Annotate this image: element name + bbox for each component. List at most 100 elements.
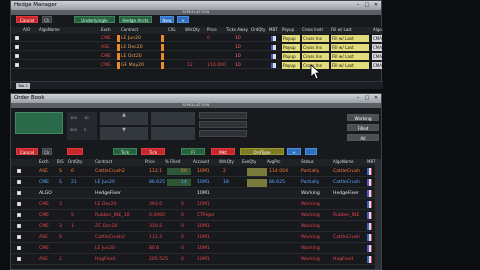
payup-cell[interactable]: Payup bbox=[282, 35, 300, 42]
qty-5[interactable]: 5 bbox=[84, 128, 86, 132]
select-checkbox[interactable] bbox=[17, 224, 21, 228]
qty-100[interactable]: 100 bbox=[70, 116, 77, 120]
fill-last-cell[interactable]: Fill w/ Last bbox=[331, 44, 369, 51]
order-row[interactable]: CME 3 LE Dec20 393.0 0 10M1 Working bbox=[11, 200, 377, 210]
payup-cell[interactable]: Payup bbox=[282, 44, 300, 51]
select-checkbox[interactable] bbox=[17, 169, 21, 173]
select-checkbox[interactable] bbox=[15, 63, 19, 67]
qty-500[interactable]: 500 bbox=[70, 128, 77, 132]
cancel-button[interactable]: Cancel bbox=[16, 148, 38, 155]
select-checkbox[interactable] bbox=[17, 246, 21, 250]
mbt-toggle[interactable] bbox=[271, 54, 276, 59]
mbt-toggle[interactable] bbox=[367, 234, 372, 241]
status-cell: Working bbox=[301, 202, 320, 207]
buy-sell-pad[interactable] bbox=[15, 112, 63, 134]
hedge-row[interactable]: CME GF May20 12 110.000 10 Payup Cross Ins Fill… bbox=[11, 62, 383, 69]
price-field-upper[interactable] bbox=[151, 112, 195, 125]
price-field-lower[interactable] bbox=[151, 127, 195, 140]
exch-cell: CME bbox=[101, 36, 112, 41]
select-checkbox[interactable] bbox=[17, 235, 21, 239]
mbt-toggle[interactable] bbox=[367, 212, 372, 219]
quantity-grid: 100 10 500 5 bbox=[67, 112, 97, 140]
col-cross-instr: Cross Instr bbox=[302, 27, 324, 32]
fill-last-cell[interactable]: Fill w/ Last bbox=[331, 53, 369, 60]
mbt-toggle[interactable] bbox=[367, 245, 372, 252]
select-checkbox[interactable] bbox=[17, 180, 21, 184]
clear-button[interactable]: Clr bbox=[42, 148, 52, 155]
mbt-toggle[interactable] bbox=[367, 190, 372, 197]
select-checkbox[interactable] bbox=[17, 191, 21, 195]
close-icon[interactable]: ✕ bbox=[373, 2, 379, 8]
maximize-icon[interactable]: □ bbox=[364, 2, 370, 8]
order-row[interactable]: CME 3 1 ZC Dec20 319.5 0 10M1 Working bbox=[11, 222, 377, 232]
order-type-dropdown[interactable] bbox=[199, 121, 247, 128]
mbt-toggle[interactable] bbox=[367, 256, 372, 263]
order-row[interactable]: CME 5 Rubber_INE_10 0.0000 0 CTAlgor Working Ru… bbox=[11, 211, 377, 221]
order-scrollbar[interactable] bbox=[375, 159, 381, 269]
account-cell: 10M1 bbox=[197, 191, 210, 196]
tick-down-button[interactable]: Tick bbox=[141, 148, 165, 155]
order-row[interactable]: CME LE Jun20 80.6 0 10M1 Working bbox=[11, 244, 377, 254]
hedge-accounts-dropdown[interactable]: Hedge Accts bbox=[119, 16, 152, 23]
select-checkbox[interactable] bbox=[15, 45, 19, 49]
new-button[interactable]: New bbox=[160, 16, 174, 23]
order-row[interactable]: ALGO HedgeFixer 10M1 Working HedgeFixer bbox=[11, 189, 377, 199]
tif-dropdown[interactable] bbox=[199, 130, 247, 137]
algo-cell[interactable]: CMA bbox=[372, 62, 382, 69]
algo-cell[interactable]: CMA bbox=[372, 35, 382, 42]
mbt-toggle[interactable] bbox=[271, 45, 276, 50]
move-button[interactable] bbox=[305, 148, 317, 155]
clear-button[interactable]: Clr bbox=[42, 16, 52, 23]
mbt-toggle[interactable] bbox=[367, 223, 372, 230]
hedge-row[interactable]: ASE LE Dec20 10 Payup Cross Ins Fill w/ Last C… bbox=[11, 44, 383, 51]
select-checkbox[interactable] bbox=[17, 257, 21, 261]
add-button[interactable]: + bbox=[287, 148, 301, 155]
tick-up-button[interactable]: Tick bbox=[113, 148, 137, 155]
cross-instr-cell[interactable]: Cross Ins bbox=[302, 44, 329, 51]
maximize-icon[interactable]: □ bbox=[364, 95, 370, 101]
mbt-toggle[interactable] bbox=[367, 201, 372, 208]
add-button[interactable]: + bbox=[177, 16, 189, 23]
algo-cell[interactable]: CMA bbox=[372, 53, 382, 60]
order-row[interactable]: ASE S 6 CattleCrush2 112.1 60 10M1 2 114.004 Part… bbox=[11, 167, 377, 177]
mbt-toggle[interactable] bbox=[271, 36, 276, 41]
filter-button-1[interactable] bbox=[67, 148, 83, 155]
hedge-row[interactable]: CME LE Jun20 0 10 Payup Cross Ins Fill w/ Last… bbox=[11, 35, 383, 42]
tab-1[interactable]: Tab 1 bbox=[16, 83, 30, 89]
all-filter[interactable]: All bbox=[347, 134, 379, 141]
working-filter[interactable]: Working bbox=[347, 114, 379, 121]
minimize-icon[interactable]: – bbox=[355, 95, 361, 101]
fill-button[interactable]: Fl bbox=[181, 148, 205, 155]
order-type-filter[interactable]: OrdType bbox=[240, 148, 284, 155]
select-checkbox[interactable] bbox=[17, 213, 21, 217]
algo-cell[interactable]: CMA bbox=[372, 44, 382, 51]
filled-filter[interactable]: Filled bbox=[347, 124, 379, 131]
price-cell: 0.0000 bbox=[149, 213, 166, 218]
fill-last-cell[interactable]: Fill w/ Last bbox=[331, 62, 369, 69]
price-up-button[interactable]: ▲ bbox=[100, 112, 148, 125]
cross-instr-cell[interactable]: Cross Ins bbox=[302, 35, 329, 42]
cross-instr-cell[interactable]: Cross Ins bbox=[302, 53, 329, 60]
hedge-row[interactable]: CME LE Oct20 10 Payup Cross Ins Fill w/ Last C… bbox=[11, 53, 383, 60]
close-icon[interactable]: ✕ bbox=[373, 95, 379, 101]
account-dropdown[interactable] bbox=[199, 112, 247, 119]
select-checkbox[interactable] bbox=[15, 54, 19, 58]
market-button[interactable]: Mkt bbox=[211, 148, 235, 155]
select-checkbox[interactable] bbox=[15, 36, 19, 40]
order-row[interactable]: ASE 2 HogFeed 205.525 0 10M1 Working HogFeed bbox=[11, 255, 377, 265]
mbt-toggle[interactable] bbox=[271, 63, 276, 68]
mbt-toggle[interactable] bbox=[367, 168, 372, 175]
fill-last-cell[interactable]: Fill w/ Last bbox=[331, 35, 369, 42]
exch-cell: ASE bbox=[39, 235, 48, 240]
cancel-button[interactable]: Cancel bbox=[16, 16, 38, 23]
payup-cell[interactable]: Payup bbox=[282, 53, 300, 60]
select-checkbox[interactable] bbox=[17, 202, 21, 206]
underlying-dropdown[interactable]: Underlyingle bbox=[74, 16, 115, 23]
qty-10[interactable]: 10 bbox=[84, 116, 89, 120]
minimize-icon[interactable]: – bbox=[355, 2, 361, 8]
mbt-toggle[interactable] bbox=[367, 179, 372, 186]
order-row[interactable]: CME S 21 LE Jun20 86.625 14 10M1 18 86.625 Partia… bbox=[11, 178, 377, 188]
price-down-button[interactable]: ▼ bbox=[100, 127, 148, 140]
order-row[interactable]: ASE S CattleCrush2 112.2 0 10M1 Working CattleC… bbox=[11, 233, 377, 243]
payup-cell[interactable]: Payup bbox=[282, 62, 300, 69]
